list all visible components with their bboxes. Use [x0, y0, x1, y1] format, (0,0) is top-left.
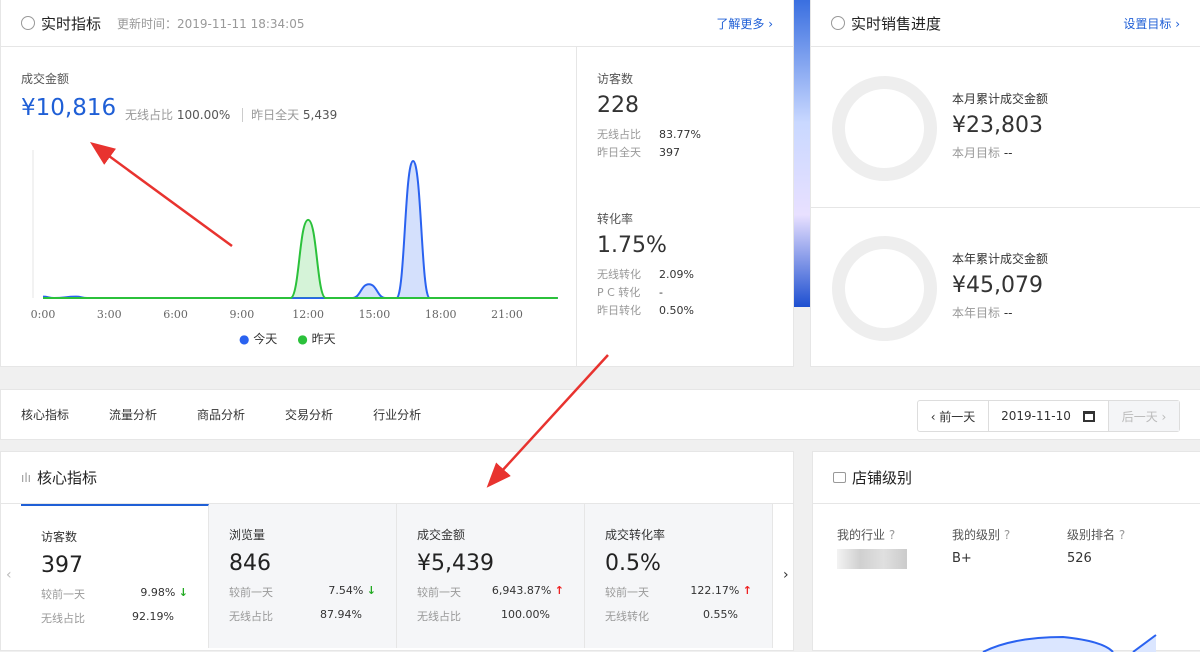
industry-blurred: [837, 549, 907, 569]
tab-industry[interactable]: 行业分析: [373, 406, 421, 423]
shop-trend-chart: [982, 634, 1157, 652]
arrow-down-icon: ↓: [366, 584, 376, 597]
realtime-card: 实时指标 更新时间：2019-11-11 18:34:05 了解更多 › 成交金…: [0, 0, 794, 367]
scroll-right-button[interactable]: ›: [783, 567, 789, 583]
sales-title: 实时销售进度: [851, 14, 942, 33]
visitors-value: 228: [597, 93, 639, 118]
arrow-down-icon: ↓: [178, 586, 188, 599]
kpi-cell[interactable]: 成交转化率 0.5% 较前一天 122.17% ↑ 无线转化 0.55%: [585, 504, 773, 648]
year-target: --: [1003, 306, 1013, 320]
month-value: ¥23,803: [952, 113, 1043, 138]
help-icon[interactable]: ?: [889, 528, 895, 542]
arrow-up-icon: ↑: [554, 584, 564, 597]
gmv-label: 成交金额: [21, 72, 70, 86]
analysis-tabs: 核心指标 流量分析 商品分析 交易分析 行业分析 ‹ 前一天 2019-11-1…: [0, 389, 1200, 440]
prev-day-button[interactable]: ‹ 前一天: [918, 401, 989, 431]
kpi-value: ¥5,439: [417, 551, 494, 576]
kpi-cell[interactable]: 成交金额 ¥5,439 较前一天 6,943.87% ↑ 无线占比 100.00%: [397, 504, 585, 648]
date-input[interactable]: 2019-11-10: [989, 401, 1083, 431]
core-card: ılı 核心指标 ‹ › 访客数 397 较前一天 9.98% ↓ 无线占比 92.1…: [0, 451, 794, 651]
x-tick-label: 18:00: [425, 308, 457, 321]
shop-title: 店铺级别: [852, 469, 913, 487]
series-area-1: [43, 219, 558, 298]
conversion-block: 转化率 1.75% 无线转化 2.09% P C 转化 - 昨日转化 0.50%: [597, 212, 694, 317]
wireless-value: 100.00%: [176, 108, 231, 122]
realtime-title: 实时指标: [41, 14, 102, 33]
realtime-header: 实时指标 更新时间：2019-11-11 18:34:05 了解更多 ›: [1, 0, 793, 47]
calendar-icon[interactable]: [1083, 401, 1109, 431]
core-title: 核心指标: [37, 469, 98, 487]
tab-core[interactable]: 核心指标: [21, 406, 69, 423]
sales-card: 实时销售进度 设置目标 › 本月累计成交金额 ¥23,803 本月目标 -- 本…: [810, 0, 1200, 367]
yday-label: 昨日全天: [251, 108, 300, 122]
level-rank: 526: [1067, 551, 1092, 566]
bar-chart-icon: ılı: [21, 470, 32, 485]
legend-yesterday[interactable]: ● 昨天: [297, 330, 335, 347]
arrow-up-icon: ↑: [742, 584, 752, 597]
conversion-value: 1.75%: [597, 233, 667, 258]
x-tick-label: 21:00: [491, 308, 523, 321]
conversion-label: 转化率: [597, 212, 634, 226]
shop-stats: 我的行业 ? 我的级别 ? B+ 级别排名 ? 526: [837, 526, 1177, 569]
x-tick-label: 0:00: [31, 308, 56, 321]
x-tick-label: 15:00: [359, 308, 391, 321]
year-value: ¥45,079: [952, 273, 1043, 298]
x-tick-label: 9:00: [230, 308, 255, 321]
update-time: 更新时间：2019-11-11 18:34:05: [117, 16, 305, 31]
date-picker: ‹ 前一天 2019-11-10 后一天 ›: [917, 400, 1180, 432]
wireless-label: 无线占比: [125, 108, 174, 122]
my-level: B+: [952, 551, 972, 566]
x-tick-label: 12:00: [292, 308, 324, 321]
background-strip: [794, 0, 810, 307]
kpi-title: 成交转化率: [605, 528, 666, 542]
chart-legend: ● 今天 ● 昨天: [239, 330, 336, 347]
month-ring: [832, 76, 937, 181]
month-target: --: [1003, 146, 1013, 160]
scroll-left-button[interactable]: ‹: [6, 567, 12, 583]
help-icon[interactable]: ?: [1004, 528, 1010, 542]
kpi-value: 397: [41, 553, 83, 578]
tab-traffic[interactable]: 流量分析: [109, 406, 157, 423]
target-icon: [831, 16, 845, 30]
kpi-cell[interactable]: 访客数 397 较前一天 9.98% ↓ 无线占比 92.19%: [21, 504, 209, 648]
visitors-block: 访客数 228 无线占比 83.77% 昨日全天 397: [597, 72, 701, 159]
kpi-value: 0.5%: [605, 551, 661, 576]
shop-card: 店铺级别 我的行业 ? 我的级别 ? B+ 级别排名 ? 526: [812, 451, 1200, 652]
kpi-title: 成交金额: [417, 528, 466, 542]
x-tick-label: 3:00: [97, 308, 122, 321]
year-ring: [832, 236, 937, 341]
kpi-value: 846: [229, 551, 271, 576]
gmv-value: ¥10,816: [21, 95, 117, 121]
x-tick-label: 6:00: [163, 308, 188, 321]
kpi-cell[interactable]: 浏览量 846 较前一天 7.54% ↓ 无线占比 87.94%: [209, 504, 397, 648]
month-label: 本月累计成交金额: [952, 92, 1049, 106]
shop-icon: [833, 472, 846, 483]
next-day-button[interactable]: 后一天 ›: [1109, 401, 1179, 431]
kpi-title: 访客数: [41, 530, 78, 544]
visitors-label: 访客数: [597, 72, 634, 86]
set-target-link[interactable]: 设置目标 ›: [1123, 15, 1180, 32]
realtime-chart: 0:00 3:00 6:00 9:00 12:00 15:00 18:00 21:00: [31, 150, 558, 321]
kpi-title: 浏览量: [229, 528, 266, 542]
tab-trade[interactable]: 交易分析: [285, 406, 333, 423]
legend-today[interactable]: ● 今天: [239, 330, 277, 347]
yday-value: 5,439: [302, 108, 338, 122]
year-label: 本年累计成交金额: [952, 252, 1049, 266]
learn-more-link[interactable]: 了解更多 ›: [716, 15, 773, 32]
help-icon[interactable]: ?: [1119, 528, 1125, 542]
tab-product[interactable]: 商品分析: [197, 406, 245, 423]
clock-icon: [21, 16, 35, 30]
